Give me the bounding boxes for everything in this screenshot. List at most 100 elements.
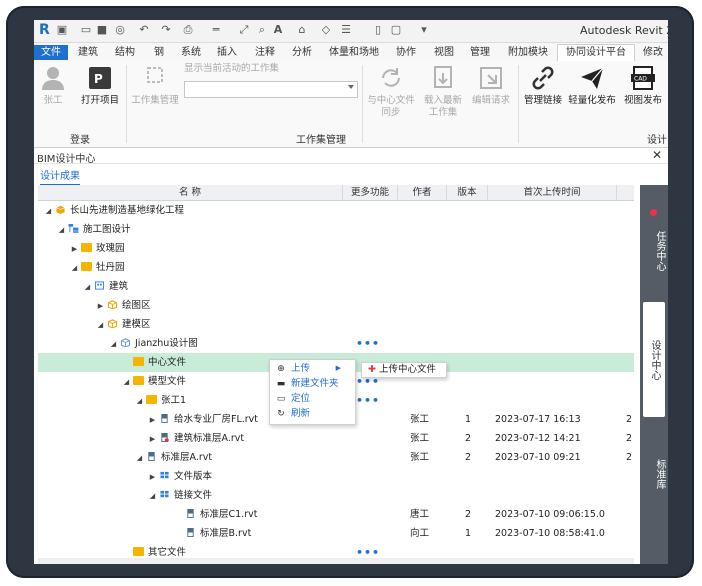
collapse-arrow-icon[interactable]: ◢: [96, 316, 105, 334]
tab-design-results[interactable]: 设计成果: [40, 167, 80, 186]
column-header-author[interactable]: 作者: [398, 185, 447, 200]
more-actions-button[interactable]: [356, 486, 386, 505]
switch-windows-icon[interactable]: ▢: [390, 24, 402, 36]
more-actions-button[interactable]: [356, 239, 386, 258]
expand-arrow-icon[interactable]: ▶: [96, 297, 105, 315]
print-icon[interactable]: ⎙: [182, 24, 194, 36]
light-publish-button[interactable]: 轻量化发布: [566, 65, 618, 107]
column-header-extra[interactable]: [617, 185, 634, 200]
more-actions-button[interactable]: [356, 296, 386, 315]
tab-collab-platform[interactable]: 协同设计平台: [557, 44, 635, 62]
collapse-arrow-icon[interactable]: ◢: [70, 259, 79, 277]
open-folder-icon[interactable]: ▭: [80, 24, 92, 36]
close-icon[interactable]: ✕: [652, 148, 662, 162]
menu-item-refresh[interactable]: ↻ 刷新: [270, 406, 355, 421]
qat-dropdown-icon[interactable]: ▾: [418, 24, 430, 36]
collapse-arrow-icon[interactable]: ◢: [109, 335, 118, 353]
expand-arrow-icon[interactable]: ▶: [148, 468, 157, 486]
more-actions-button[interactable]: •••: [356, 334, 386, 353]
more-actions-button[interactable]: [356, 201, 386, 220]
undo-icon[interactable]: ↶: [138, 24, 150, 36]
more-actions-button[interactable]: [356, 524, 386, 543]
text-icon[interactable]: A: [272, 24, 284, 36]
more-actions-button[interactable]: [356, 410, 386, 429]
more-actions-button[interactable]: [356, 505, 386, 524]
submenu-upload-central[interactable]: ✚ 上传中心文件: [361, 362, 447, 378]
column-header-uploaded[interactable]: 首次上传时间: [488, 185, 617, 200]
dimension-icon[interactable]: ⤢: [238, 24, 250, 36]
tab-insert[interactable]: 插入: [215, 45, 239, 60]
tab-structure[interactable]: 结构: [113, 45, 137, 60]
collapse-arrow-icon[interactable]: ◢: [44, 202, 53, 220]
menu-item-upload[interactable]: ⊕ 上传 ▶: [270, 361, 355, 376]
side-tab-task-center[interactable]: 任务中心: [643, 221, 665, 281]
tab-file[interactable]: 文件: [34, 45, 68, 60]
manage-link-button[interactable]: 管理链接: [520, 65, 566, 107]
tab-view[interactable]: 视图: [432, 45, 456, 60]
revit-logo-icon[interactable]: R: [39, 22, 52, 38]
table-row[interactable]: ◢ 标准层A.rvt 张工 2 2023-07-10 09:21 2: [38, 448, 634, 467]
redo-icon[interactable]: ↷: [160, 24, 172, 36]
table-row[interactable]: ▶ 玫瑰园: [38, 239, 634, 258]
collapse-arrow-icon[interactable]: ◢: [135, 392, 144, 410]
tab-analyze[interactable]: 分析: [290, 45, 314, 60]
horizontal-scrollbar[interactable]: [38, 558, 634, 564]
measure-icon[interactable]: ═: [210, 24, 222, 36]
more-actions-button[interactable]: [356, 258, 386, 277]
expand-arrow-icon[interactable]: ▶: [148, 430, 157, 448]
tab-modify[interactable]: 修改: [640, 45, 666, 60]
collapse-arrow-icon[interactable]: ◢: [148, 487, 157, 505]
tab-architecture[interactable]: 建筑: [76, 45, 100, 60]
side-tab-design-center[interactable]: 设计中心: [643, 302, 665, 417]
more-actions-button[interactable]: [356, 220, 386, 239]
table-row[interactable]: ◢ 建筑: [38, 277, 634, 296]
tab-addins[interactable]: 附加模块: [505, 45, 551, 60]
edit-request-button[interactable]: 编辑请求: [468, 65, 514, 107]
expand-arrow-icon[interactable]: ▶: [70, 240, 79, 258]
close-hidden-icon[interactable]: ▯: [372, 24, 384, 36]
tab-steel[interactable]: 钢: [152, 45, 166, 60]
table-row[interactable]: ◢ 建模区: [38, 315, 634, 334]
collapse-arrow-icon[interactable]: ◢: [57, 221, 66, 239]
load-latest-button[interactable]: 载入最新工作集: [420, 65, 466, 119]
workset-select[interactable]: [184, 81, 358, 98]
table-row[interactable]: ◢ 链接文件: [38, 486, 634, 505]
menu-item-new-folder[interactable]: ▬ 新建文件夹: [270, 376, 355, 391]
tag-icon[interactable]: ⌕: [256, 24, 268, 36]
expand-arrow-icon[interactable]: ▶: [148, 411, 157, 429]
table-row[interactable]: ▶ 绘图区: [38, 296, 634, 315]
collapse-arrow-icon[interactable]: ◢: [122, 373, 131, 391]
tab-systems[interactable]: 系统: [179, 45, 203, 60]
column-header-version[interactable]: 版本: [447, 185, 488, 200]
table-row[interactable]: ◢ 长山先进制造基地绿化工程: [38, 201, 634, 220]
more-actions-button[interactable]: [356, 277, 386, 296]
sync-icon[interactable]: ◎: [114, 24, 126, 36]
tab-manage[interactable]: 管理: [468, 45, 492, 60]
table-row[interactable]: ◢ Jianzhu设计图 •••: [38, 334, 634, 353]
login-user-button[interactable]: 张工: [38, 65, 68, 107]
home-icon[interactable]: ▣: [56, 24, 68, 36]
table-row[interactable]: ▶ 文件版本: [38, 467, 634, 486]
thin-lines-icon[interactable]: ☰: [340, 24, 352, 36]
3d-view-icon[interactable]: ⌂: [296, 24, 308, 36]
collapse-arrow-icon[interactable]: ◢: [135, 449, 144, 467]
menu-item-locate[interactable]: ▭ 定位: [270, 391, 355, 406]
table-row[interactable]: 标准层B.rvt 向工 1 2023-07-10 08:58:41.0: [38, 524, 634, 543]
collapse-arrow-icon[interactable]: ◢: [83, 278, 92, 296]
more-actions-button[interactable]: [356, 429, 386, 448]
table-row[interactable]: 标准层C1.rvt 唐工 2 2023-07-10 09:06:15.0: [38, 505, 634, 524]
more-actions-button[interactable]: [356, 315, 386, 334]
more-actions-button[interactable]: [356, 448, 386, 467]
more-actions-button[interactable]: [356, 467, 386, 486]
tab-collaborate[interactable]: 协作: [394, 45, 418, 60]
sync-central-button[interactable]: 与中心文件同步: [366, 65, 416, 119]
column-header-name[interactable]: 名 称: [38, 185, 343, 200]
table-row[interactable]: ▶ 建筑标准层A.rvt 张工 2 2023-07-12 14:21 2: [38, 429, 634, 448]
open-project-button[interactable]: P 打开项目: [78, 65, 122, 107]
workset-manage-button[interactable]: 工作集管理: [130, 65, 180, 107]
section-icon[interactable]: ◇: [320, 24, 332, 36]
side-tab-standard-lib[interactable]: 标准库: [643, 449, 665, 499]
tab-annotate[interactable]: 注释: [253, 45, 277, 60]
table-row[interactable]: ◢ 施工图设计: [38, 220, 634, 239]
tab-massing-site[interactable]: 体量和场地: [328, 45, 380, 60]
